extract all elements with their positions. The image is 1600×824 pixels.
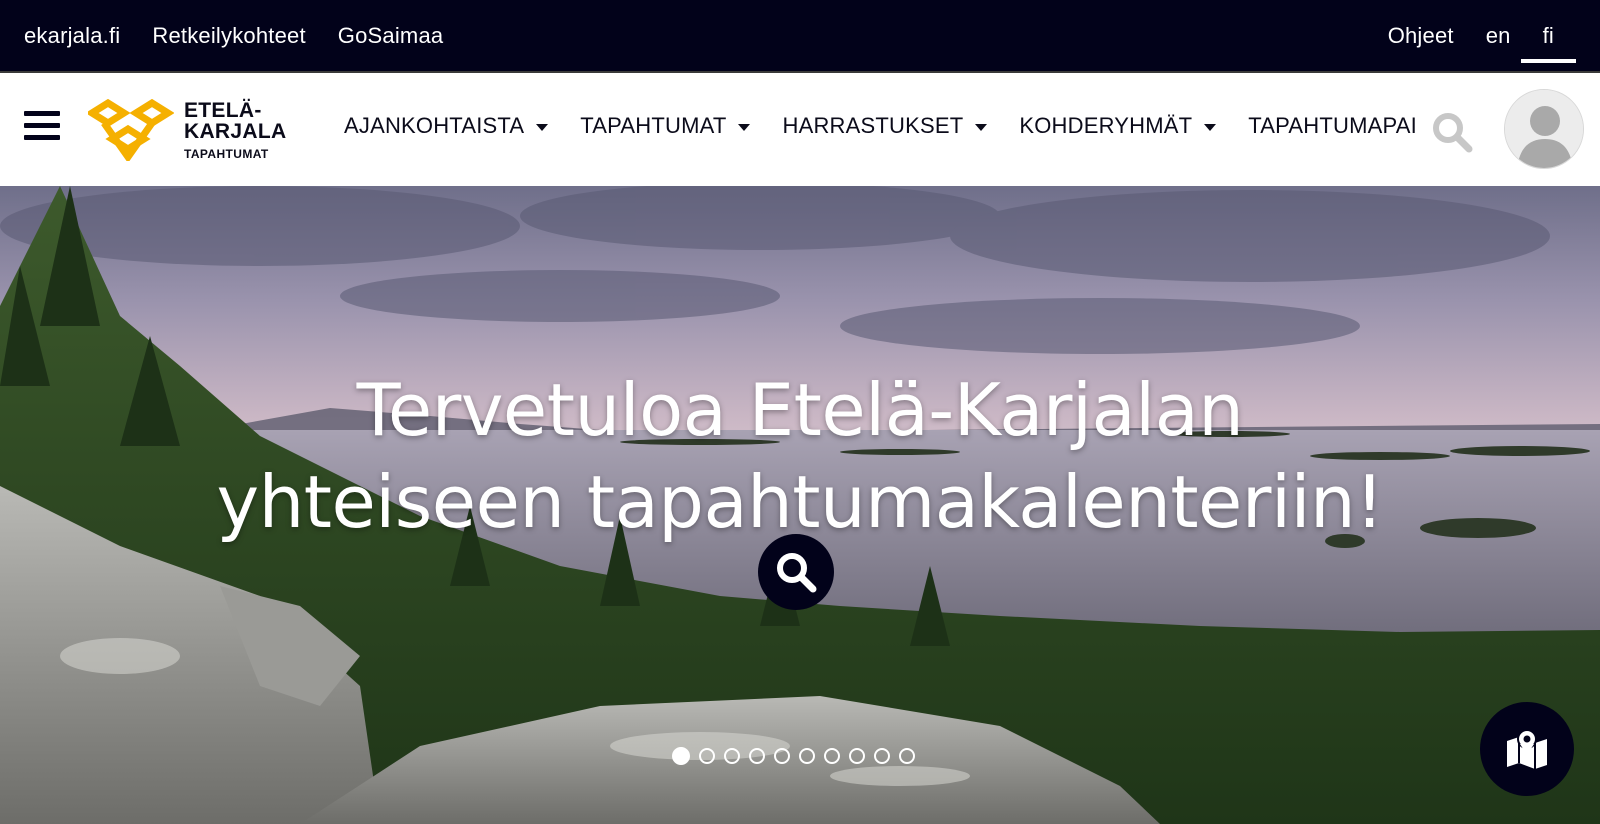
logo-line-1: ETELÄ- <box>184 99 262 122</box>
caret-down-icon <box>738 123 751 131</box>
user-avatar-icon[interactable] <box>1504 89 1584 169</box>
nav-item-tapahtumapaikat[interactable]: TAPAHTUMAPAI <box>1248 113 1417 139</box>
site-logo[interactable]: ETELÄ- KARJALA TAPAHTUMAT <box>88 95 288 165</box>
nav-item-tapahtumat[interactable]: TAPAHTUMAT <box>580 113 751 139</box>
nav-item-kohderyhmat[interactable]: KOHDERYHMÄT <box>1019 113 1217 139</box>
slide-dot[interactable] <box>672 747 690 765</box>
hero-title: Tervetuloa Etelä-Karjalan yhteiseen tapa… <box>0 364 1600 548</box>
slide-dot[interactable] <box>724 748 740 764</box>
hero-search-button[interactable] <box>758 534 834 610</box>
nav-item-label: KOHDERYHMÄT <box>1019 113 1193 138</box>
search-icon <box>777 553 817 593</box>
nav-item-label: TAPAHTUMAPAI <box>1248 113 1417 138</box>
search-icon[interactable] <box>1430 110 1474 154</box>
caret-down-icon <box>975 123 988 131</box>
logo-mark <box>88 99 174 161</box>
language-fi[interactable]: fi <box>1520 23 1577 63</box>
map-marker-icon <box>1507 729 1547 769</box>
slide-dot[interactable] <box>749 748 765 764</box>
logo-line-2: KARJALA <box>184 120 287 143</box>
slide-dot[interactable] <box>899 748 915 764</box>
link-help[interactable]: Ohjeet <box>1388 23 1454 49</box>
language-en[interactable]: en <box>1486 23 1511 49</box>
nav-item-harrastukset[interactable]: HARRASTUKSET <box>782 113 988 139</box>
slide-dot[interactable] <box>874 748 890 764</box>
main-navigation: AJANKOHTAISTA TAPAHTUMAT HARRASTUKSET KO… <box>344 113 1449 139</box>
hamburger-menu-icon[interactable] <box>24 111 60 145</box>
slide-dot[interactable] <box>849 748 865 764</box>
logo-text: ETELÄ- KARJALA TAPAHTUMAT <box>184 100 286 160</box>
hero-banner: Tervetuloa Etelä-Karjalan yhteiseen tapa… <box>0 186 1600 824</box>
slide-dot[interactable] <box>774 748 790 764</box>
nav-item-ajankohtaista[interactable]: AJANKOHTAISTA <box>344 113 549 139</box>
slide-dot[interactable] <box>799 748 815 764</box>
hero-title-line-1: Tervetuloa Etelä-Karjalan <box>356 368 1244 452</box>
map-button[interactable] <box>1480 702 1574 796</box>
link-ekarjala[interactable]: ekarjala.fi <box>24 23 120 49</box>
top-utility-bar: ekarjala.fi Retkeilykohteet GoSaimaa Ohj… <box>0 0 1600 71</box>
slide-indicators <box>672 747 924 765</box>
topbar-right: Ohjeet en fi <box>1356 23 1577 63</box>
link-retkeilykohteet[interactable]: Retkeilykohteet <box>152 23 305 49</box>
link-gosaimaa[interactable]: GoSaimaa <box>338 23 444 49</box>
nav-item-label: HARRASTUKSET <box>782 113 964 138</box>
nav-item-label: TAPAHTUMAT <box>580 113 727 138</box>
slide-dot[interactable] <box>699 748 715 764</box>
caret-down-icon <box>1204 123 1217 131</box>
main-header: ETELÄ- KARJALA TAPAHTUMAT AJANKOHTAISTA … <box>0 71 1600 186</box>
logo-line-3: TAPAHTUMAT <box>184 147 269 161</box>
caret-down-icon <box>536 123 549 131</box>
slide-dot[interactable] <box>824 748 840 764</box>
nav-item-label: AJANKOHTAISTA <box>344 113 525 138</box>
topbar-links: ekarjala.fi Retkeilykohteet GoSaimaa <box>24 23 475 49</box>
